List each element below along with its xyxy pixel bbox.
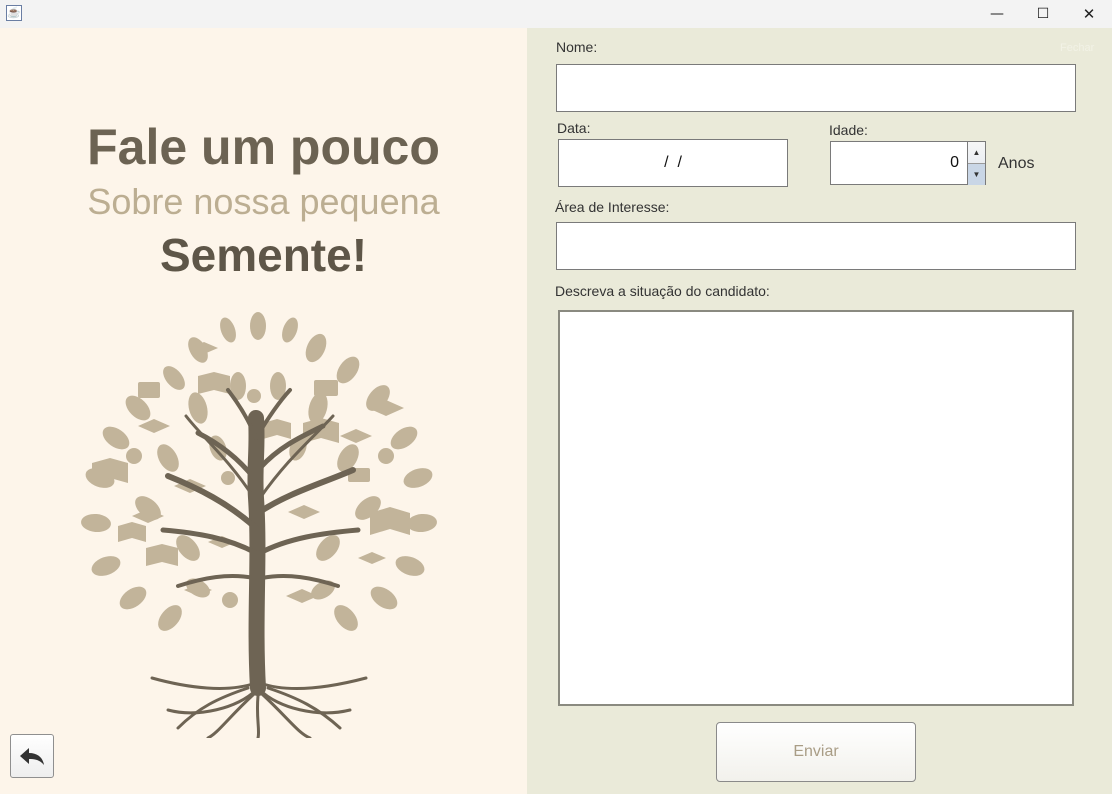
- spinner-up-icon[interactable]: ▲: [968, 142, 985, 163]
- enviar-button[interactable]: Enviar: [716, 722, 916, 782]
- window-titlebar: ☕ — ☐ ✕: [0, 0, 1112, 28]
- left-panel: Fale um pouco Sobre nossa pequena Sement…: [0, 28, 527, 794]
- headline: Fale um pouco: [87, 119, 440, 175]
- area-label: Área de Interesse:: [555, 199, 670, 215]
- close-icon: ✕: [1082, 5, 1096, 23]
- descricao-label: Descreva a situação do candidato:: [555, 283, 770, 299]
- data-field-value: / /: [659, 154, 687, 171]
- data-label: Data:: [557, 120, 591, 136]
- maximize-button[interactable]: ☐: [1020, 0, 1066, 28]
- idade-label: Idade:: [829, 122, 868, 138]
- descricao-textarea[interactable]: [558, 310, 1074, 706]
- data-field[interactable]: / /: [558, 139, 788, 187]
- java-cup-icon: ☕: [6, 5, 22, 21]
- nome-field[interactable]: [556, 64, 1076, 112]
- idade-value: 0: [950, 154, 959, 171]
- subheadline: Sobre nossa pequena: [87, 181, 440, 222]
- nome-label: Nome:: [556, 39, 598, 55]
- back-arrow-icon: [20, 748, 44, 765]
- minimize-icon: —: [990, 6, 1004, 22]
- close-button[interactable]: ✕: [1066, 0, 1112, 28]
- minimize-button[interactable]: —: [974, 0, 1020, 28]
- tree-with-books-icon: [81, 312, 437, 738]
- spinner-down-icon[interactable]: ▼: [968, 163, 985, 185]
- idade-spinner-field[interactable]: 0: [830, 141, 968, 185]
- maximize-icon: ☐: [1036, 6, 1050, 22]
- anos-label: Anos: [998, 155, 1035, 172]
- emphasis-headline: Semente!: [159, 229, 368, 281]
- idade-spinner[interactable]: ▲ ▼: [967, 141, 986, 185]
- faint-label: Fechar: [1060, 42, 1095, 54]
- back-button[interactable]: [10, 734, 54, 778]
- area-field[interactable]: [556, 222, 1076, 270]
- enviar-button-label: Enviar: [793, 743, 839, 760]
